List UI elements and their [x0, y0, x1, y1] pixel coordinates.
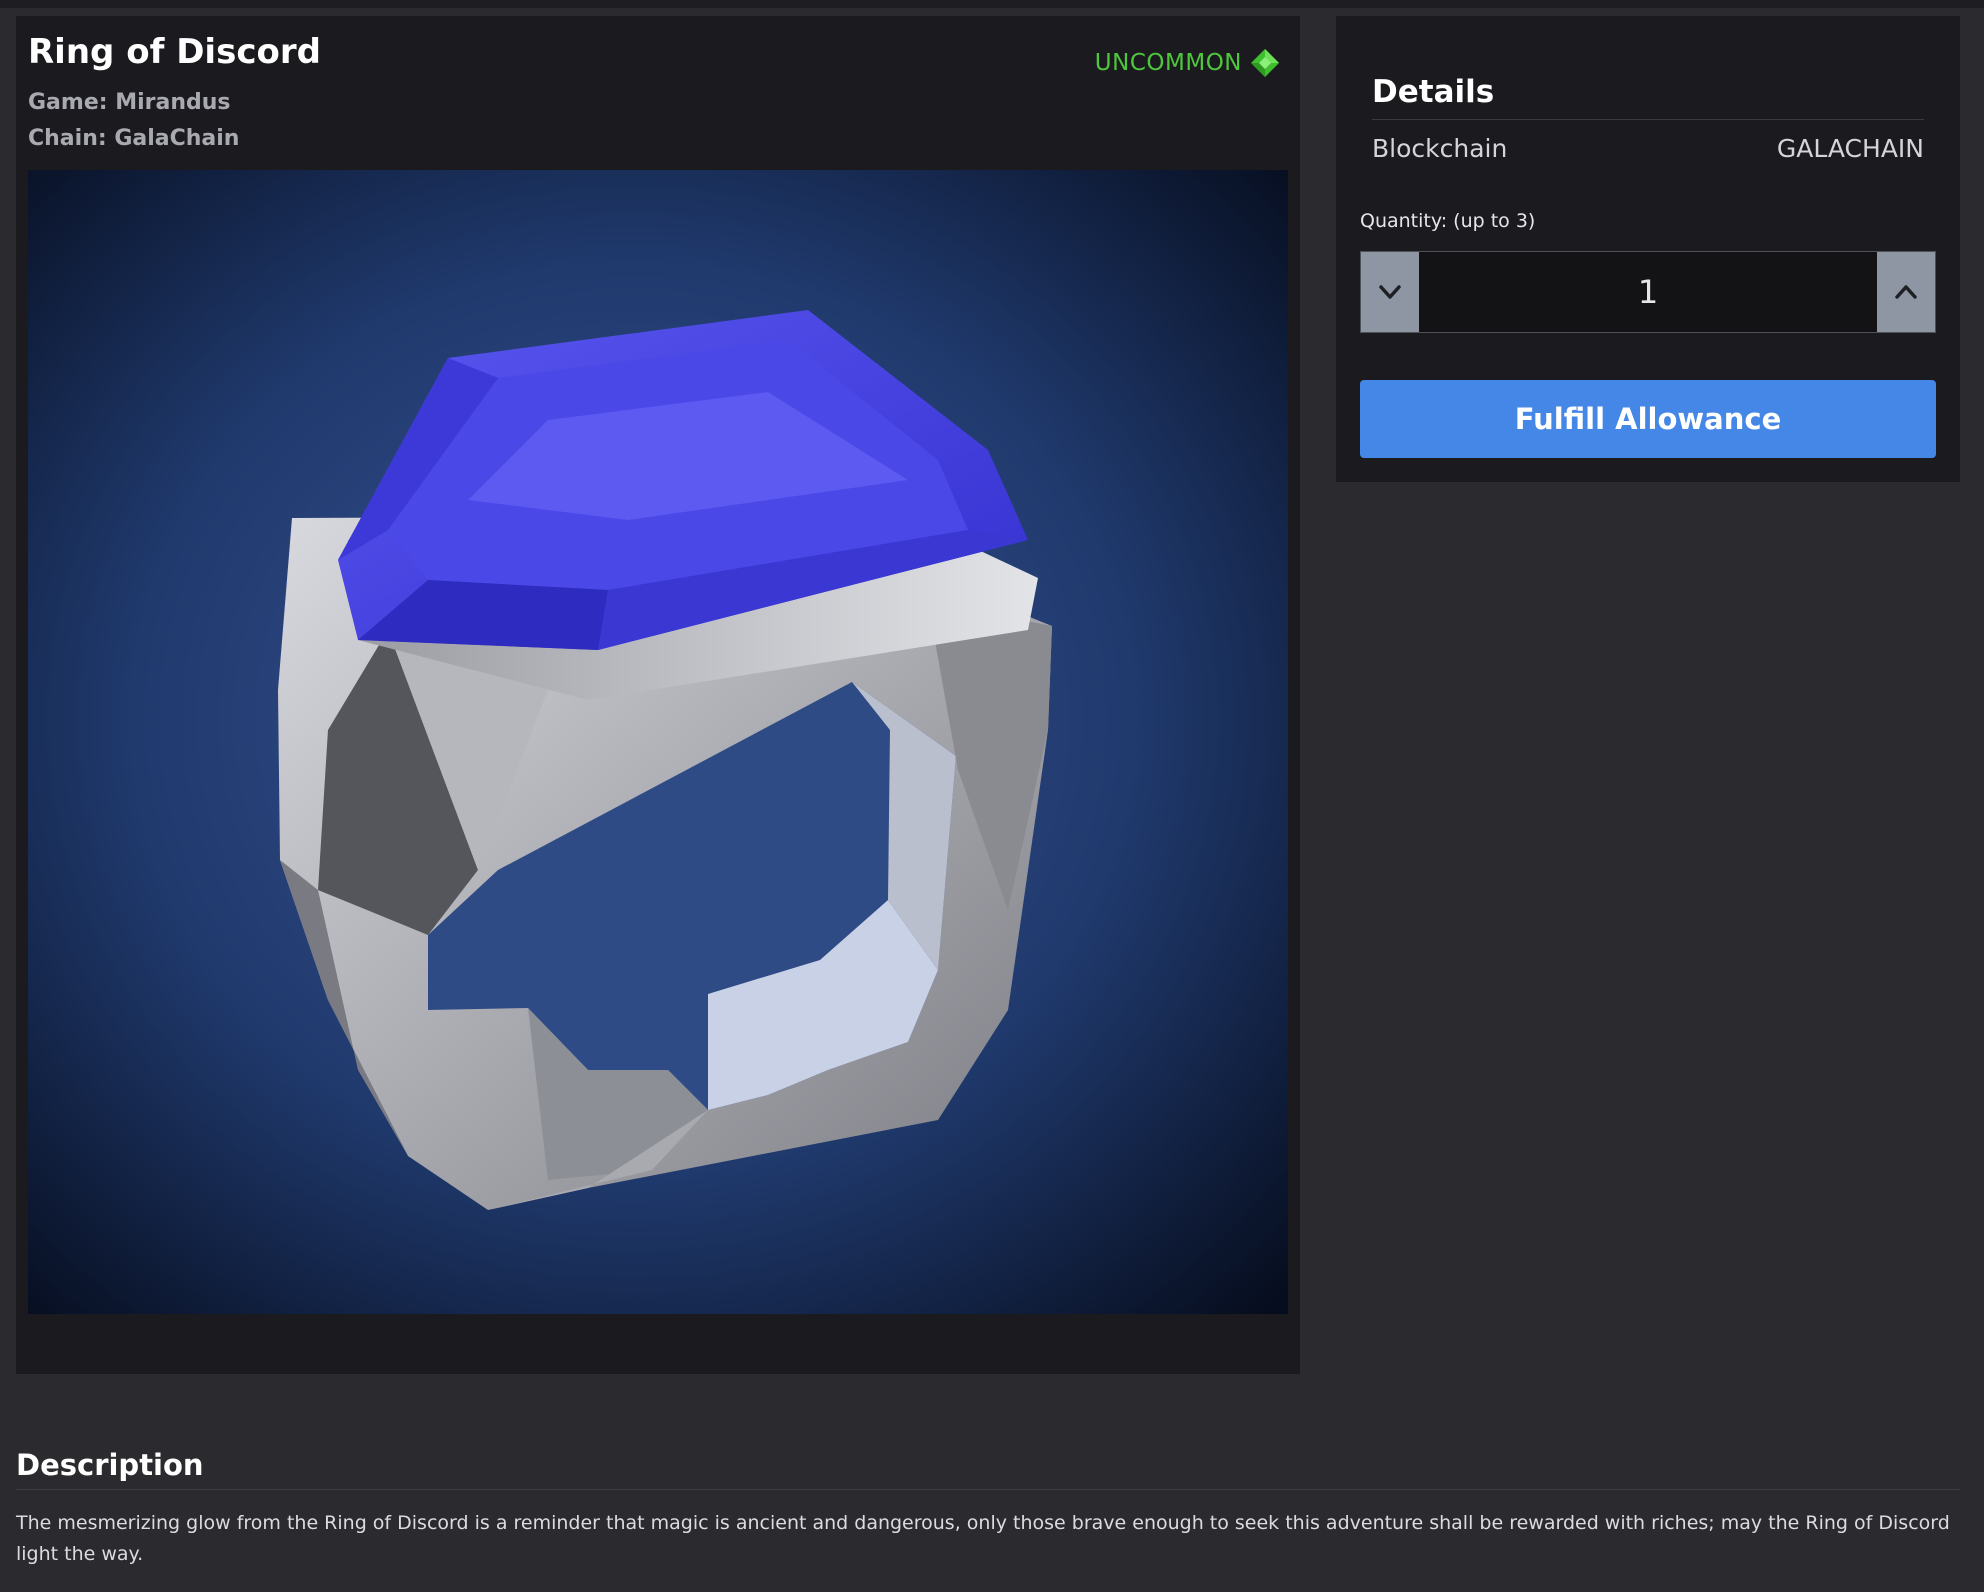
- rarity-label: UNCOMMON: [1094, 50, 1242, 76]
- rarity-badge: UNCOMMON: [1095, 48, 1280, 78]
- item-panel: Ring of Discord Game: Mirandus Chain: Ga…: [16, 16, 1300, 1374]
- item-image: [28, 170, 1288, 1314]
- decrement-button[interactable]: [1361, 252, 1419, 332]
- chevron-up-icon: [1895, 285, 1917, 299]
- fulfill-allowance-button[interactable]: Fulfill Allowance: [1360, 380, 1936, 458]
- diamond-gem-icon: [1251, 49, 1279, 77]
- chevron-down-icon: [1379, 285, 1401, 299]
- description-divider: [16, 1489, 1960, 1490]
- item-title: Ring of Discord: [28, 32, 321, 72]
- chain-label: Chain: GalaChain: [28, 126, 240, 151]
- quantity-label: Quantity: (up to 3): [1360, 210, 1536, 232]
- details-title: Details: [1372, 74, 1495, 110]
- detail-row-blockchain: Blockchain GALACHAIN: [1372, 134, 1924, 163]
- details-divider: [1372, 119, 1924, 120]
- description-text: The mesmerizing glow from the Ring of Di…: [16, 1512, 1950, 1565]
- quantity-input[interactable]: 1: [1419, 252, 1877, 332]
- detail-value: GALACHAIN: [1776, 134, 1924, 163]
- details-panel: Details Blockchain GALACHAIN Quantity: (…: [1336, 16, 1960, 482]
- top-bar: [0, 0, 1984, 8]
- description-title: Description: [16, 1448, 204, 1482]
- increment-button[interactable]: [1877, 252, 1935, 332]
- quantity-stepper: 1: [1360, 251, 1936, 333]
- detail-label: Blockchain: [1372, 134, 1508, 163]
- game-label: Game: Mirandus: [28, 90, 231, 115]
